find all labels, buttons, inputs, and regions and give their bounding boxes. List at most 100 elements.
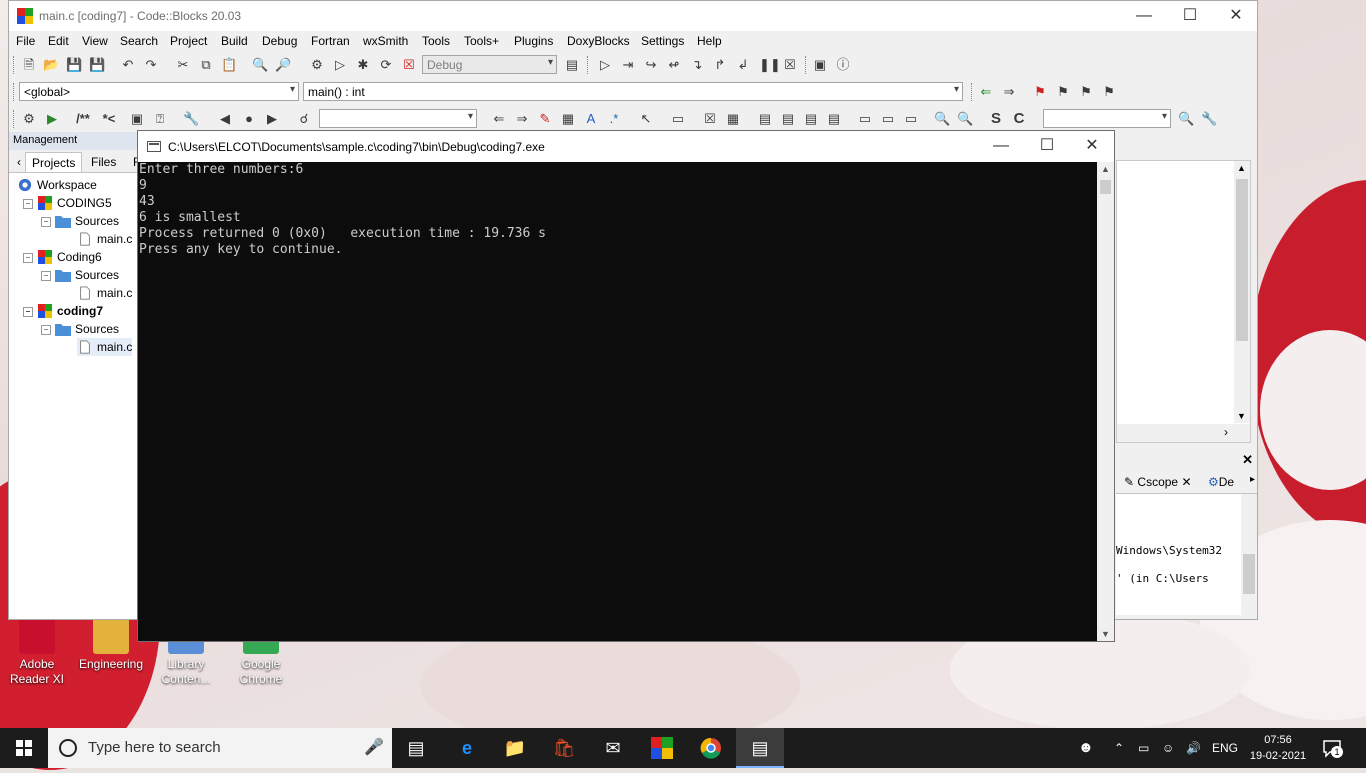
paste-icon[interactable]: 📋 — [221, 57, 237, 73]
tree-item-main-c[interactable]: main.c — [77, 284, 132, 302]
debug-windows-icon[interactable]: ▣ — [812, 57, 828, 73]
back-arrow-icon[interactable]: ⇐ — [978, 84, 994, 100]
close-tab-icon[interactable]: ✕ — [1181, 475, 1191, 489]
console-scrollbar[interactable]: ▲ ▼ — [1097, 162, 1114, 641]
pointer-icon[interactable]: ↖ — [638, 111, 654, 127]
prev-icon[interactable]: ⇐ — [491, 111, 507, 127]
editor-horizontal-scrollbar[interactable]: › — [1117, 424, 1250, 442]
search-icon[interactable]: 🔍 — [1178, 111, 1194, 127]
menu-file[interactable]: File — [16, 34, 35, 48]
menu-doxyblocks[interactable]: DoxyBlocks — [567, 34, 630, 48]
tree-item-coding6[interactable]: − Coding6 — [23, 248, 102, 266]
build-run-icon[interactable]: ✱ — [355, 57, 371, 73]
symbol-select[interactable]: ▾ — [1043, 109, 1171, 128]
start-button[interactable] — [0, 728, 48, 768]
language-indicator[interactable]: ENG — [1212, 728, 1238, 768]
rect-icon[interactable]: ▭ — [670, 111, 686, 127]
scroll-down-icon[interactable]: ▼ — [1237, 411, 1246, 421]
tabs-scroll-right-icon[interactable]: ▸ — [1250, 474, 1255, 485]
scope-select[interactable]: <global> ▾ — [19, 82, 299, 101]
console-output[interactable]: Enter three numbers:6 9 43 6 is smallest… — [138, 162, 1099, 641]
collapse-icon[interactable]: − — [41, 217, 51, 227]
build-gear-icon[interactable]: ⚙ — [309, 57, 325, 73]
shape2-icon[interactable]: ▭ — [880, 111, 896, 127]
tab-files[interactable]: Files — [85, 152, 122, 172]
clock[interactable]: 07:56 19-02-2021 — [1249, 732, 1307, 764]
battery-icon[interactable]: ▭ — [1138, 728, 1149, 768]
show-hidden-icons-chevron-icon[interactable]: ⌃ — [1114, 728, 1124, 768]
debug-run-icon[interactable]: ▷ — [597, 57, 613, 73]
forward-arrow-icon[interactable]: ⇒ — [1001, 84, 1017, 100]
shape1-icon[interactable]: ▭ — [857, 111, 873, 127]
cut-icon[interactable]: ✂ — [175, 57, 191, 73]
tree-item-coding7[interactable]: − coding7 — [23, 302, 103, 320]
console-minimize-button[interactable]: — — [978, 131, 1024, 162]
console-close-button[interactable]: ✕ — [1069, 131, 1115, 162]
scroll-thumb[interactable] — [1243, 554, 1255, 594]
step-out-icon[interactable]: ↱ — [712, 57, 728, 73]
collapse-icon[interactable]: − — [23, 253, 33, 263]
tag-icon[interactable]: ☌ — [296, 111, 312, 127]
console-maximize-button[interactable]: ☐ — [1024, 131, 1070, 162]
rebuild-icon[interactable]: ⟳ — [378, 57, 394, 73]
layout1-icon[interactable]: ▤ — [757, 111, 773, 127]
scroll-up-icon[interactable]: ▲ — [1237, 163, 1246, 173]
next-marker-icon[interactable]: ▶ — [264, 111, 280, 127]
tree-item-sources[interactable]: − Sources — [41, 320, 119, 338]
volume-icon[interactable]: 🔊 — [1186, 728, 1201, 768]
menu-tools[interactable]: Tools — [422, 34, 450, 48]
pause-icon[interactable]: ❚❚ — [759, 57, 781, 73]
collapse-icon[interactable]: − — [41, 325, 51, 335]
find-icon[interactable]: 🔍 — [252, 57, 268, 73]
function-select[interactable]: main() : int ▾ — [303, 82, 963, 101]
settings-wrench-icon[interactable]: 🔧 — [1201, 111, 1217, 127]
task-view-icon[interactable]: ▤ — [392, 728, 440, 768]
menu-settings[interactable]: Settings — [641, 34, 684, 48]
highlight-icon[interactable]: ✎ — [537, 111, 553, 127]
run-icon[interactable]: ▷ — [332, 57, 348, 73]
select-icon[interactable]: ▦ — [560, 111, 576, 127]
desktop-icon-engineering[interactable]: Engineering — [76, 618, 146, 672]
box-a-icon[interactable]: ▦ — [725, 111, 741, 127]
search-select[interactable]: ▾ — [319, 109, 477, 128]
edge-icon[interactable]: e — [443, 728, 491, 768]
block-comment-button[interactable]: /** — [69, 111, 97, 127]
next-instruction-icon[interactable]: ↫ — [666, 57, 682, 73]
step-instruction-icon[interactable]: ↲ — [735, 57, 751, 73]
match-case-icon[interactable]: A — [583, 111, 599, 127]
layout2-icon[interactable]: ▤ — [780, 111, 796, 127]
people-icon[interactable]: ☻ — [1078, 728, 1094, 768]
tree-item-main-c[interactable]: main.c — [77, 230, 132, 248]
clear-bookmarks-icon[interactable]: ⚑ — [1101, 84, 1117, 100]
shape3-icon[interactable]: ▭ — [903, 111, 919, 127]
layout3-icon[interactable]: ▤ — [803, 111, 819, 127]
prev-marker-icon[interactable]: ◀ — [217, 111, 233, 127]
tab-debugger[interactable]: ⚙De — [1208, 475, 1234, 489]
collapse-icon[interactable]: − — [23, 307, 33, 317]
build-options-icon[interactable]: ▤ — [564, 57, 580, 73]
menu-view[interactable]: View — [82, 34, 108, 48]
tab-projects[interactable]: Projects — [25, 152, 83, 172]
close-logs-icon[interactable]: ✕ — [1242, 452, 1253, 468]
c-icon[interactable]: C — [1011, 111, 1027, 127]
next-icon[interactable]: ⇒ — [514, 111, 530, 127]
close-button[interactable]: ✕ — [1213, 1, 1259, 31]
collapse-icon[interactable]: − — [41, 271, 51, 281]
abort-icon[interactable]: ☒ — [401, 57, 417, 73]
tree-item-workspace[interactable]: Workspace — [17, 176, 97, 194]
redo-icon[interactable]: ↷ — [143, 57, 159, 73]
layout4-icon[interactable]: ▤ — [826, 111, 842, 127]
doxywizard-icon[interactable]: ⚙ — [21, 111, 37, 127]
build-target-select[interactable]: Debug ▾ — [422, 55, 557, 74]
menu-fortran[interactable]: Fortran — [311, 34, 350, 48]
html-docs-icon[interactable]: ▣ — [129, 111, 145, 127]
new-file-icon[interactable]: 🗎 — [21, 57, 37, 73]
undo-icon[interactable]: ↶ — [120, 57, 136, 73]
bookmark-flag-icon[interactable]: ⚑ — [1032, 84, 1048, 100]
tree-item-coding5[interactable]: − CODING5 — [23, 194, 112, 212]
zoom-out-icon[interactable]: 🔍 — [957, 111, 973, 127]
extract-icon[interactable]: ▶ — [44, 111, 60, 127]
chm-docs-icon[interactable]: ⍰ — [152, 111, 168, 127]
microphone-icon[interactable]: 🎤 — [364, 737, 384, 757]
marker-icon[interactable]: ● — [241, 111, 257, 127]
